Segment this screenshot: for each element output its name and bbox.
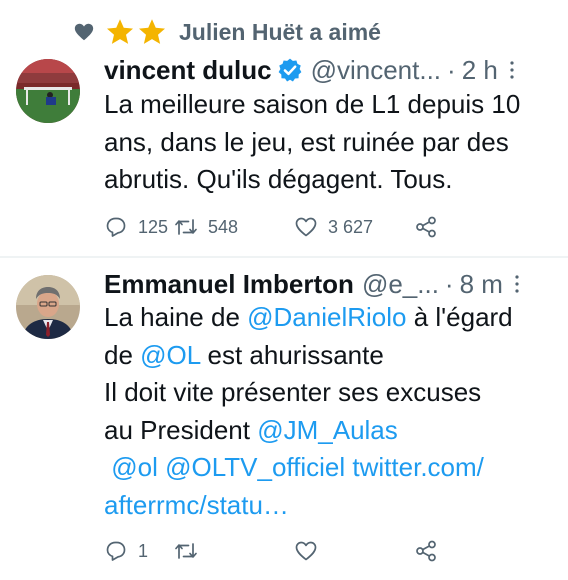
- share-icon: [416, 540, 436, 562]
- star-icon: [107, 19, 133, 44]
- tweet-header: Emmanuel Imberton @e_... · 8 m: [104, 266, 556, 302]
- mention-link[interactable]: @OL: [140, 340, 200, 370]
- tweet-text-line: @ol @OLTV_officiel twitter.com/: [104, 449, 554, 487]
- text-segment: au President: [104, 414, 258, 445]
- share-button[interactable]: [414, 215, 438, 239]
- tweet-text-line: Il doit vite présenter ses excuses: [104, 377, 482, 407]
- retweet-icon: [175, 543, 197, 559]
- tweet-text: La haine de @DanielRiolo à l'égard de @O…: [104, 299, 554, 524]
- avatar-image: [16, 59, 80, 123]
- tweet-text-line: au President @JM_Aulas: [104, 412, 554, 450]
- tweet-header: vincent duluc @vincent... · 2 h: [104, 52, 556, 88]
- retweet-count: 548: [208, 216, 239, 237]
- like-button[interactable]: 3 627: [294, 215, 414, 239]
- mention-link[interactable]: @DanielRiolo: [247, 302, 406, 332]
- mention-link[interactable]: @ol: [111, 452, 158, 482]
- tweet-text-line: La haine de @DanielRiolo à l'égard: [104, 299, 554, 337]
- like-count: 3 627: [328, 216, 374, 237]
- avatar[interactable]: [16, 275, 80, 339]
- like-icon: [295, 217, 317, 237]
- separator-dot: ·: [444, 268, 454, 299]
- url-link[interactable]: twitter.com/: [352, 452, 483, 482]
- tweet-text-line: abrutis. Qu'ils dégagent. Tous.: [104, 164, 453, 194]
- separator-dot: ·: [447, 54, 456, 85]
- retweet-button[interactable]: 548: [174, 215, 294, 239]
- tweet-text-line: La meilleure saison de L1 depuis 10: [104, 89, 521, 119]
- text-segment: à l'égard: [406, 302, 513, 332]
- more-icon[interactable]: [513, 274, 521, 294]
- share-icon: [416, 216, 436, 238]
- reply-icon: [106, 217, 126, 237]
- like-button[interactable]: [294, 539, 414, 563]
- author-handle[interactable]: @e_...: [362, 269, 439, 300]
- author-name[interactable]: vincent duluc: [104, 55, 272, 86]
- tweet-actions: 1: [104, 534, 438, 568]
- retweet-button[interactable]: [174, 539, 294, 563]
- tweet-1[interactable]: Julien Huët a aimé vincent duluc @vincen…: [0, 0, 568, 258]
- tweet-timestamp[interactable]: 2 h: [462, 55, 498, 86]
- verified-badge-icon: [278, 58, 301, 82]
- reply-count: 1: [138, 540, 149, 561]
- retweet-icon: [175, 219, 197, 235]
- tweet-text-line: de @OL est ahurissante: [104, 337, 554, 375]
- author-handle[interactable]: @vincent...: [311, 55, 441, 86]
- url-link[interactable]: afterrmc/statu…: [104, 490, 289, 520]
- tweet-timestamp[interactable]: 8 m: [460, 269, 503, 300]
- social-context: Julien Huët a aimé: [73, 14, 381, 50]
- text-segment: de: [104, 339, 141, 370]
- reply-icon: [106, 541, 126, 561]
- avatar[interactable]: [16, 59, 80, 123]
- tweet-text: La meilleure saison de L1 depuis 10 ans,…: [104, 86, 554, 199]
- text-segment: est ahurissante: [200, 339, 384, 370]
- tweet-text-line: ans, dans le jeu, est ruinée par des: [104, 126, 509, 157]
- more-icon[interactable]: [508, 60, 516, 80]
- social-context-text[interactable]: Julien Huët a aimé: [179, 19, 381, 46]
- mention-link[interactable]: @JM_Aulas: [257, 415, 398, 445]
- tweet-text-line: afterrmc/statu…: [104, 487, 554, 525]
- heart-icon: [74, 23, 94, 41]
- text-segment: La haine de: [104, 302, 248, 332]
- reply-count: 125: [138, 216, 169, 237]
- star-icon: [139, 19, 165, 44]
- author-name[interactable]: Emmanuel Imberton: [104, 269, 354, 300]
- avatar-image: [16, 275, 80, 339]
- reply-button[interactable]: 1: [104, 539, 174, 563]
- reply-button[interactable]: 125: [104, 215, 174, 239]
- tweet-actions: 125 548 3 627: [104, 210, 438, 244]
- like-icon: [295, 541, 317, 561]
- mention-link[interactable]: @OLTV_officiel: [165, 452, 345, 482]
- share-button[interactable]: [414, 539, 438, 563]
